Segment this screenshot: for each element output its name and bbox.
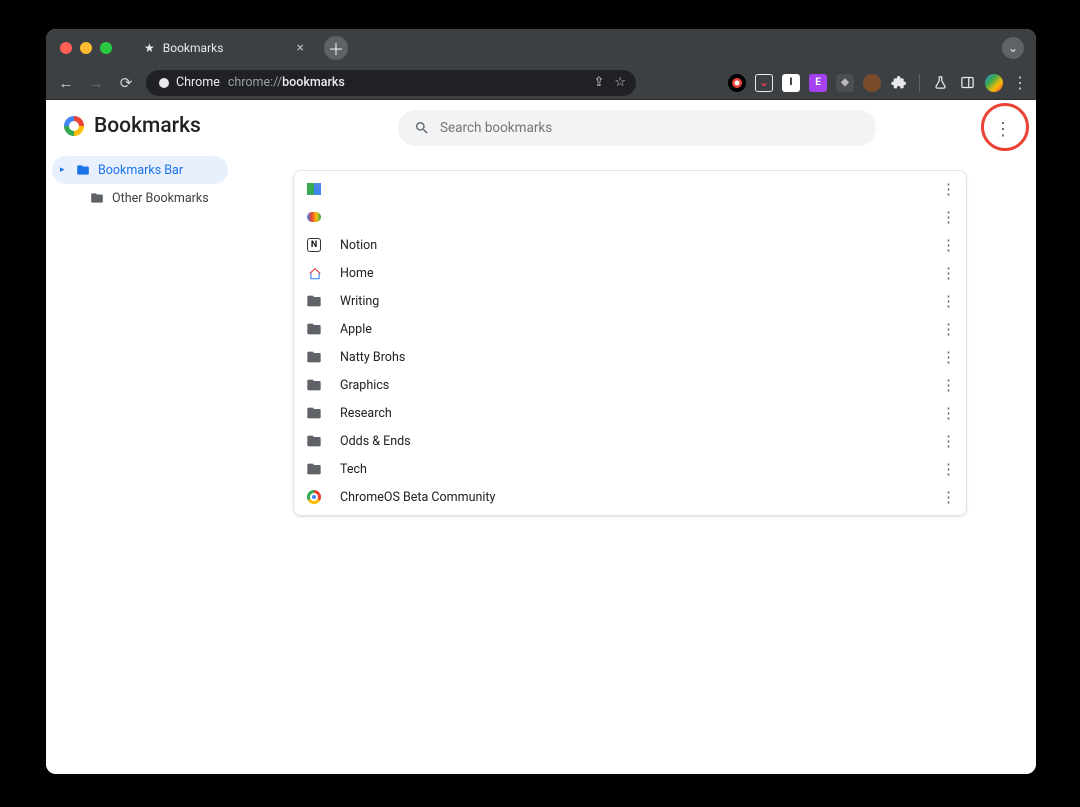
labs-icon[interactable] <box>931 74 949 92</box>
bookmark-row[interactable]: N Notion ⋮ <box>294 231 966 259</box>
sidebar-item-label: Bookmarks Bar <box>98 163 183 178</box>
bookmark-row[interactable]: ⋮ <box>294 203 966 231</box>
extension-icon[interactable] <box>863 74 881 92</box>
bookmark-row[interactable]: Apple ⋮ <box>294 315 966 343</box>
omnibox[interactable]: Chrome chrome://bookmarks ⇪ ☆ <box>146 70 636 96</box>
extensions-area: ⌄ I E ◆ ⋮ <box>728 73 1026 92</box>
bookmark-more-button[interactable]: ⋮ <box>941 264 956 282</box>
bookmark-favicon <box>306 209 322 225</box>
bookmark-more-button[interactable]: ⋮ <box>941 236 956 254</box>
bookmark-title: Home <box>340 266 374 281</box>
bookmark-more-button[interactable]: ⋮ <box>941 488 956 506</box>
bookmark-more-button[interactable]: ⋮ <box>941 292 956 310</box>
extension-icon[interactable]: E <box>809 74 827 92</box>
search-input[interactable] <box>440 120 860 136</box>
bookmark-favicon <box>306 293 322 309</box>
organize-menu-button[interactable]: ⋮ <box>988 114 1018 144</box>
forward-button[interactable]: → <box>86 74 106 92</box>
bookmark-row[interactable]: ChromeOS Beta Community ⋮ <box>294 483 966 511</box>
bookmark-row[interactable]: Research ⋮ <box>294 399 966 427</box>
bookmark-title: ChromeOS Beta Community <box>340 490 495 505</box>
bookmark-more-button[interactable]: ⋮ <box>941 376 956 394</box>
page-title: Bookmarks <box>94 114 201 138</box>
window-zoom-button[interactable] <box>100 42 112 54</box>
extensions-button[interactable] <box>890 74 908 92</box>
bookmarks-page: Bookmarks ⋮ ▸ Bookmarks Bar Other Bookma… <box>46 100 1036 774</box>
bookmark-title: Tech <box>340 462 367 477</box>
bookmark-favicon <box>306 405 322 421</box>
bookmark-title: Apple <box>340 322 372 337</box>
chrome-icon <box>158 77 170 89</box>
bookmark-favicon: N <box>306 237 322 253</box>
chrome-logo-icon <box>64 116 84 136</box>
omnibox-url: chrome://bookmarks <box>228 75 345 90</box>
extension-icon[interactable]: I <box>782 74 800 92</box>
bookmark-more-button[interactable]: ⋮ <box>941 180 956 198</box>
search-bookmarks-field[interactable] <box>398 110 876 146</box>
bookmark-favicon <box>306 349 322 365</box>
omnibox-chip: Chrome <box>158 75 220 90</box>
title-bar: ★ Bookmarks × ＋ ⌄ <box>46 29 1036 66</box>
browser-toolbar: ← → ⟳ Chrome chrome://bookmarks ⇪ ☆ ⌄ I <box>46 66 1036 100</box>
pocket-extension-icon[interactable]: ⌄ <box>755 74 773 92</box>
browser-menu-button[interactable]: ⋮ <box>1012 73 1026 92</box>
chevron-right-icon: ▸ <box>60 165 68 175</box>
bookmark-more-button[interactable]: ⋮ <box>941 460 956 478</box>
bookmark-title: Graphics <box>340 378 389 393</box>
window-close-button[interactable] <box>60 42 72 54</box>
profile-avatar[interactable] <box>985 74 1003 92</box>
bookmark-row[interactable]: ⋮ <box>294 175 966 203</box>
bookmark-more-button[interactable]: ⋮ <box>941 208 956 226</box>
sidepanel-icon[interactable] <box>958 74 976 92</box>
search-icon <box>414 120 430 136</box>
bookmark-favicon <box>306 321 322 337</box>
window-minimize-button[interactable] <box>80 42 92 54</box>
bookmark-title: Odds & Ends <box>340 434 411 449</box>
folder-tree: ▸ Bookmarks Bar Other Bookmarks <box>52 156 228 212</box>
browser-window: ★ Bookmarks × ＋ ⌄ ← → ⟳ Chrome chrome://… <box>46 29 1036 774</box>
bookmark-favicon <box>306 461 322 477</box>
sidebar-item-bookmarks-bar[interactable]: ▸ Bookmarks Bar <box>52 156 228 184</box>
bookmark-more-button[interactable]: ⋮ <box>941 320 956 338</box>
bookmark-favicon <box>306 377 322 393</box>
bookmark-favicon <box>306 265 322 281</box>
bookmark-favicon <box>306 181 322 197</box>
folder-icon <box>90 191 104 205</box>
bookmark-more-button[interactable]: ⋮ <box>941 432 956 450</box>
bookmark-favicon <box>306 489 322 505</box>
omnibox-chip-label: Chrome <box>176 75 220 90</box>
bookmark-more-button[interactable]: ⋮ <box>941 348 956 366</box>
bookmark-list: ⋮⋮NNotion⋮Home⋮Writing⋮Apple⋮Natty Brohs… <box>293 170 967 516</box>
sidebar-item-label: Other Bookmarks <box>112 191 209 206</box>
folder-icon <box>76 163 90 177</box>
browser-tab[interactable]: ★ Bookmarks × <box>134 33 314 63</box>
bookmark-title: Notion <box>340 238 377 253</box>
star-icon: ★ <box>144 41 155 55</box>
bookmark-favicon <box>306 433 322 449</box>
tab-close-button[interactable]: × <box>297 40 304 56</box>
extension-icon[interactable]: ◆ <box>836 74 854 92</box>
bookmark-icon[interactable]: ☆ <box>614 75 626 90</box>
bookmark-more-button[interactable]: ⋮ <box>941 404 956 422</box>
bookmark-row[interactable]: Home ⋮ <box>294 259 966 287</box>
extension-icon[interactable] <box>728 74 746 92</box>
share-icon[interactable]: ⇪ <box>593 75 604 90</box>
bookmark-row[interactable]: Graphics ⋮ <box>294 371 966 399</box>
window-controls <box>46 42 112 54</box>
bookmark-title: Natty Brohs <box>340 350 405 365</box>
new-tab-button[interactable]: ＋ <box>324 36 348 60</box>
back-button[interactable]: ← <box>56 74 76 92</box>
separator <box>919 74 920 92</box>
bookmark-row[interactable]: Natty Brohs ⋮ <box>294 343 966 371</box>
bookmark-title: Writing <box>340 294 379 309</box>
reload-button[interactable]: ⟳ <box>116 74 136 92</box>
bookmark-row[interactable]: Odds & Ends ⋮ <box>294 427 966 455</box>
bookmark-row[interactable]: Tech ⋮ <box>294 455 966 483</box>
bookmark-title: Research <box>340 406 392 421</box>
bookmark-row[interactable]: Writing ⋮ <box>294 287 966 315</box>
sidebar-item-other-bookmarks[interactable]: Other Bookmarks <box>66 184 228 212</box>
tab-title: Bookmarks <box>163 41 224 55</box>
tab-search-button[interactable]: ⌄ <box>1002 37 1024 59</box>
